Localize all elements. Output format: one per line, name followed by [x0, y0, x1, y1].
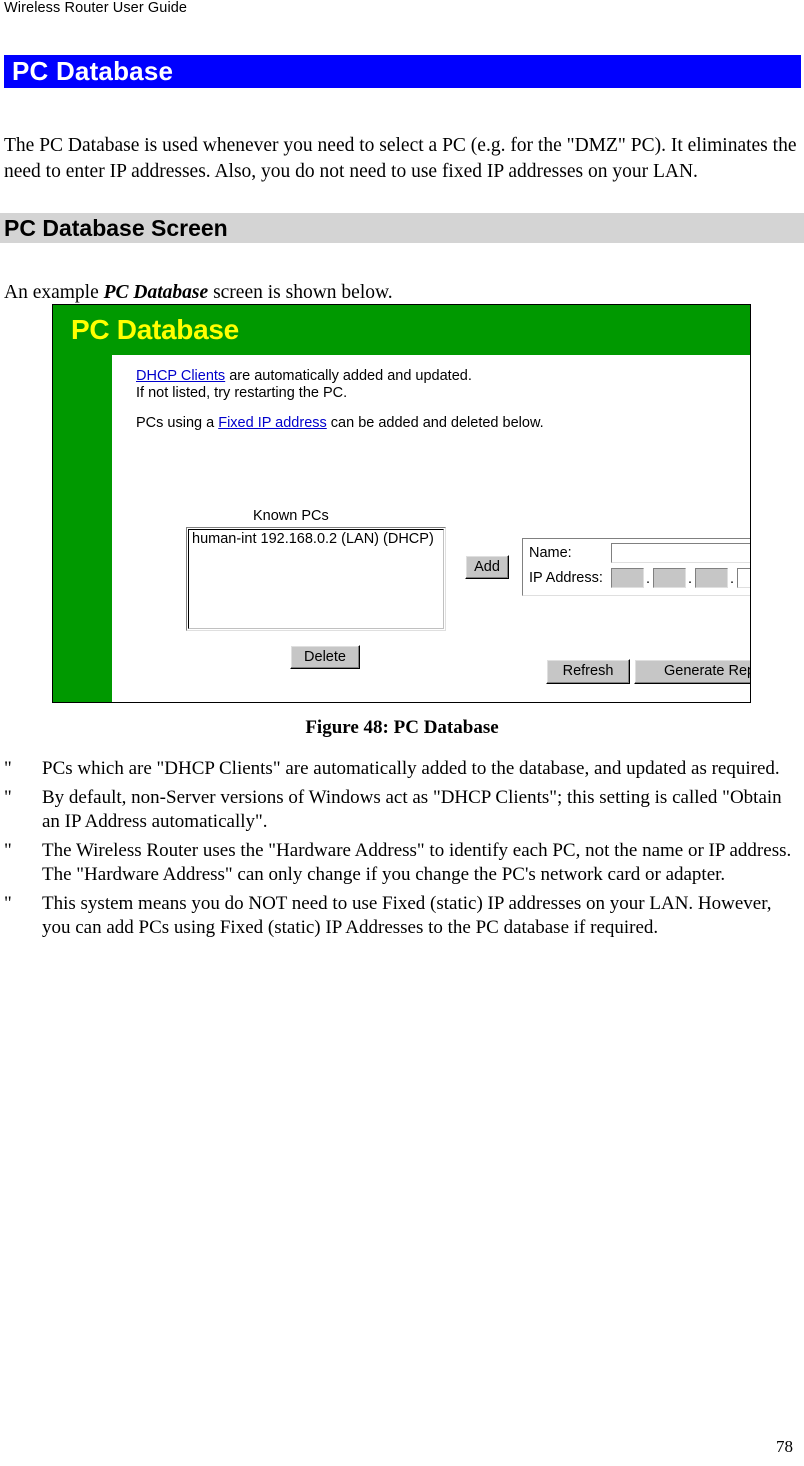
- section-heading-bar: PC Database Screen: [0, 213, 804, 243]
- bullet-list: " PCs which are "DHCP Clients" are autom…: [0, 757, 804, 945]
- note-line3-suffix: can be added and deleted below.: [326, 415, 544, 431]
- note-not-listed: If not listed, try restarting the PC.: [136, 385, 348, 401]
- bullet-text: PCs which are "DHCP Clients" are automat…: [42, 758, 780, 779]
- chapter-title-bar: PC Database: [4, 55, 801, 88]
- ip-separator-3: .: [730, 571, 735, 587]
- note-line1-rest: are automatically added and updated.: [225, 368, 472, 384]
- delete-button[interactable]: Delete: [290, 645, 360, 669]
- note-dhcp-clients: DHCP Clients are automatically added and…: [136, 368, 472, 385]
- lead-in-emphasis: PC Database: [103, 281, 209, 303]
- router-ui-sidebar-band: [53, 305, 112, 702]
- ip-octet-1-field[interactable]: [611, 568, 644, 588]
- bullet-marker: ": [4, 787, 12, 808]
- known-pcs-listbox[interactable]: human-int 192.168.0.2 (LAN) (DHCP): [188, 529, 444, 629]
- intro-paragraph: The PC Database is used whenever you nee…: [4, 134, 797, 182]
- list-item: " This system means you do NOT need to u…: [0, 892, 804, 940]
- note-fixed-ip: PCs using a Fixed IP address can be adde…: [136, 415, 544, 432]
- name-field[interactable]: [611, 543, 750, 563]
- bullet-text: The Wireless Router uses the "Hardware A…: [42, 840, 792, 885]
- page-title: PC Database: [12, 56, 174, 86]
- lead-in-prefix: An example: [4, 281, 104, 303]
- fixed-ip-address-link[interactable]: Fixed IP address: [218, 415, 327, 431]
- router-ui-content: DHCP Clients are automatically added and…: [112, 355, 750, 702]
- figure-lead-in: An example PC Database screen is shown b…: [4, 280, 799, 306]
- bullet-marker: ": [4, 758, 12, 779]
- ip-octet-3-field[interactable]: [695, 568, 728, 588]
- figure-caption: Figure 48: PC Database: [305, 717, 499, 738]
- running-head: Wireless Router User Guide: [4, 0, 188, 16]
- add-button[interactable]: Add: [465, 555, 509, 579]
- figure-pc-database-screenshot: PC Database DHCP Clients are automatical…: [52, 304, 751, 703]
- section-heading: PC Database Screen: [4, 215, 228, 241]
- ip-separator-2: .: [688, 571, 693, 587]
- page-number: 78: [776, 1437, 793, 1456]
- list-item: " The Wireless Router uses the "Hardware…: [0, 839, 804, 887]
- ip-octet-4-field[interactable]: [737, 568, 750, 588]
- list-item: " PCs which are "DHCP Clients" are autom…: [0, 757, 804, 781]
- ip-address-label: IP Address:: [529, 570, 603, 586]
- note-line3-prefix: PCs using a: [136, 415, 219, 431]
- bullet-text: This system means you do NOT need to use…: [42, 893, 772, 938]
- generate-report-button[interactable]: Generate Report: [634, 659, 750, 684]
- bullet-marker: ": [4, 893, 12, 914]
- bullet-marker: ": [4, 840, 12, 861]
- router-ui-header: PC Database: [53, 305, 750, 355]
- router-ui-title: PC Database: [71, 314, 239, 345]
- bullet-text: By default, non-Server versions of Windo…: [42, 787, 782, 832]
- known-pcs-listbox-frame: human-int 192.168.0.2 (LAN) (DHCP): [186, 527, 446, 631]
- refresh-button[interactable]: Refresh: [546, 659, 630, 684]
- lead-in-suffix: screen is shown below.: [208, 281, 393, 303]
- add-pc-panel: Name: IP Address: . . .: [522, 538, 750, 596]
- ip-octet-2-field[interactable]: [653, 568, 686, 588]
- list-item: " By default, non-Server versions of Win…: [0, 786, 804, 834]
- name-label: Name:: [529, 545, 572, 561]
- dhcp-clients-link[interactable]: DHCP Clients: [136, 368, 225, 384]
- list-item[interactable]: human-int 192.168.0.2 (LAN) (DHCP): [192, 531, 434, 547]
- known-pcs-label: Known PCs: [253, 508, 329, 524]
- ip-separator-1: .: [646, 571, 651, 587]
